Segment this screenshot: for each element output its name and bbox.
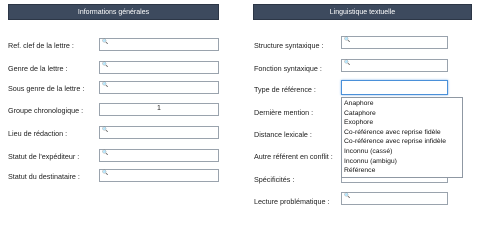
label-derniere-mention: Dernière mention : xyxy=(254,108,314,117)
label-ref-clef: Ref. clef de la lettre : xyxy=(8,41,74,50)
label-genre: Genre de la lettre : xyxy=(8,64,68,73)
label-autre-referent: Autre référent en conflit : xyxy=(254,152,333,161)
magnifier-icon: 🔍 xyxy=(102,170,109,176)
label-structure-syntaxique: Structure syntaxique : xyxy=(254,41,324,50)
option-anaphore[interactable]: Anaphore xyxy=(342,99,462,109)
magnifier-icon: 🔍 xyxy=(102,39,109,45)
option-exophore[interactable]: Exophore xyxy=(342,118,462,128)
ref-clef-input[interactable]: 🔍 xyxy=(99,38,219,51)
lecture-problematique-input[interactable]: 🔍 xyxy=(341,192,448,205)
magnifier-icon: 🔍 xyxy=(102,127,109,133)
option-inconnu-ambigu[interactable]: Inconnu (ambigu) xyxy=(342,157,462,167)
label-statut-expediteur: Statut de l'expéditeur : xyxy=(8,152,80,161)
sous-genre-input[interactable]: 🔍 xyxy=(99,81,219,94)
label-lieu-redaction: Lieu de rédaction : xyxy=(8,129,68,138)
option-coreference-fidele[interactable]: Co-référence avec reprise fidèle xyxy=(342,128,462,138)
structure-syntaxique-input[interactable]: 🔍 xyxy=(341,36,448,49)
magnifier-icon: 🔍 xyxy=(102,62,109,68)
magnifier-icon: 🔍 xyxy=(344,37,351,43)
fonction-syntaxique-input[interactable]: 🔍 xyxy=(341,59,448,72)
option-reference[interactable]: Référence xyxy=(342,166,462,176)
label-distance-lexicale: Distance lexicale : xyxy=(254,130,312,139)
genre-input[interactable]: 🔍 xyxy=(99,61,219,74)
panel-header-informations-generales: Informations générales xyxy=(8,4,219,20)
panel-header-linguistique-textuelle: Linguistique textuelle xyxy=(253,4,472,20)
magnifier-icon: 🔍 xyxy=(344,193,351,199)
label-type-reference: Type de référence : xyxy=(254,85,316,94)
groupe-chronologique-value: 1 xyxy=(157,105,161,112)
statut-destinataire-input[interactable]: 🔍 xyxy=(99,169,219,182)
lieu-redaction-input[interactable]: 🔍 xyxy=(99,126,219,139)
label-statut-destinataire: Statut du destinataire : xyxy=(8,172,80,181)
option-cataphore[interactable]: Cataphore xyxy=(342,109,462,119)
magnifier-icon: 🔍 xyxy=(102,82,109,88)
label-sous-genre: Sous genre de la lettre : xyxy=(8,84,85,93)
magnifier-icon: 🔍 xyxy=(344,60,351,66)
option-coreference-infidele[interactable]: Co-référence avec reprise infidèle xyxy=(342,137,462,147)
label-specificites: Spécificités : xyxy=(254,175,295,184)
statut-expediteur-input[interactable]: 🔍 xyxy=(99,149,219,162)
label-lecture-problematique: Lecture problématique : xyxy=(254,197,330,206)
option-inconnu-casse[interactable]: Inconnu (cassé) xyxy=(342,147,462,157)
type-reference-dropdown[interactable]: Anaphore Cataphore Exophore Co-référence… xyxy=(341,97,463,178)
label-groupe-chronologique: Groupe chronologique : xyxy=(8,106,84,115)
type-reference-input[interactable] xyxy=(341,80,448,95)
groupe-chronologique-input[interactable]: 1 xyxy=(99,103,219,116)
label-fonction-syntaxique: Fonction syntaxique : xyxy=(254,64,322,73)
magnifier-icon: 🔍 xyxy=(102,150,109,156)
